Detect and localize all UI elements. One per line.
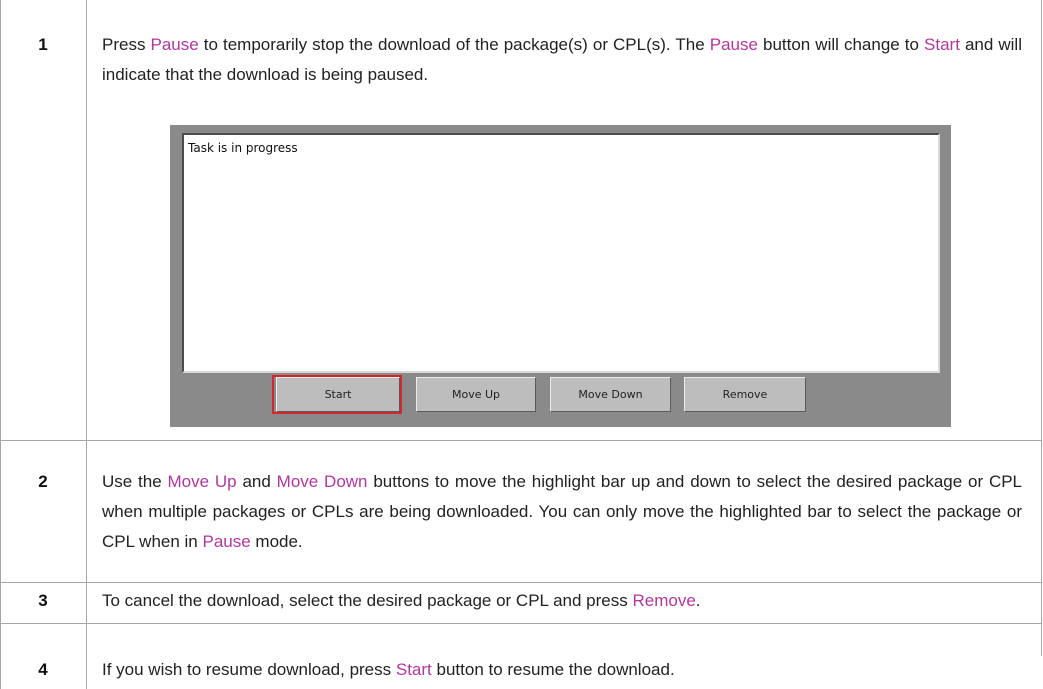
ui-keyword: Pause <box>709 35 758 54</box>
step-text-segment: button will change to <box>757 35 925 54</box>
step-text-segment: button to resume the download. <box>431 660 675 679</box>
step-number-1: 1 <box>38 35 48 54</box>
steps-table: 1 Press Pause to temporarily stop the do… <box>0 0 1043 689</box>
table-border-left <box>0 0 1 689</box>
download-queue-screenshot: Task is in progress Start Move Up Move D… <box>170 125 951 427</box>
step-text-segment: To cancel the download, select the desir… <box>102 591 633 610</box>
row-divider-2 <box>0 582 1042 583</box>
ui-keyword: Pause <box>202 532 251 551</box>
ui-keyword: Start <box>395 660 432 679</box>
task-status-text: Task is in progress <box>188 141 298 155</box>
step-text-segment: If you wish to resume download, press <box>102 660 396 679</box>
start-button[interactable]: Start <box>276 377 400 412</box>
ui-keyword: Start <box>924 35 960 54</box>
step-number-4: 4 <box>38 660 48 679</box>
ui-keyword: Pause <box>150 35 199 54</box>
ui-keyword: Remove <box>632 591 696 610</box>
task-log-area: Task is in progress <box>182 133 940 373</box>
ui-keyword: Move Up <box>167 472 237 491</box>
remove-button[interactable]: Remove <box>684 377 806 412</box>
row-divider-1 <box>0 440 1042 441</box>
step-text-segment: mode. <box>250 532 303 551</box>
step-text-1: Press Pause to temporarily stop the down… <box>102 30 1022 90</box>
step-text-segment: to temporarily stop the download of the … <box>198 35 710 54</box>
step-text-4: If you wish to resume download, press St… <box>102 655 1022 685</box>
row-divider-3 <box>0 623 1042 624</box>
step-number-2: 2 <box>38 472 48 491</box>
table-border-right <box>1041 0 1042 656</box>
step-text-segment: Press <box>102 35 151 54</box>
step-text-segment: . <box>695 591 701 610</box>
move-down-button[interactable]: Move Down <box>550 377 671 412</box>
table-column-divider <box>86 0 87 689</box>
step-number-3: 3 <box>38 591 48 610</box>
step-text-2: Use the Move Up and Move Down buttons to… <box>102 467 1022 557</box>
ui-keyword: Move Down <box>276 472 368 491</box>
step-text-3: To cancel the download, select the desir… <box>102 586 1022 616</box>
step-text-segment: and <box>236 472 277 491</box>
move-up-button[interactable]: Move Up <box>416 377 536 412</box>
step-text-segment: Use the <box>102 472 168 491</box>
